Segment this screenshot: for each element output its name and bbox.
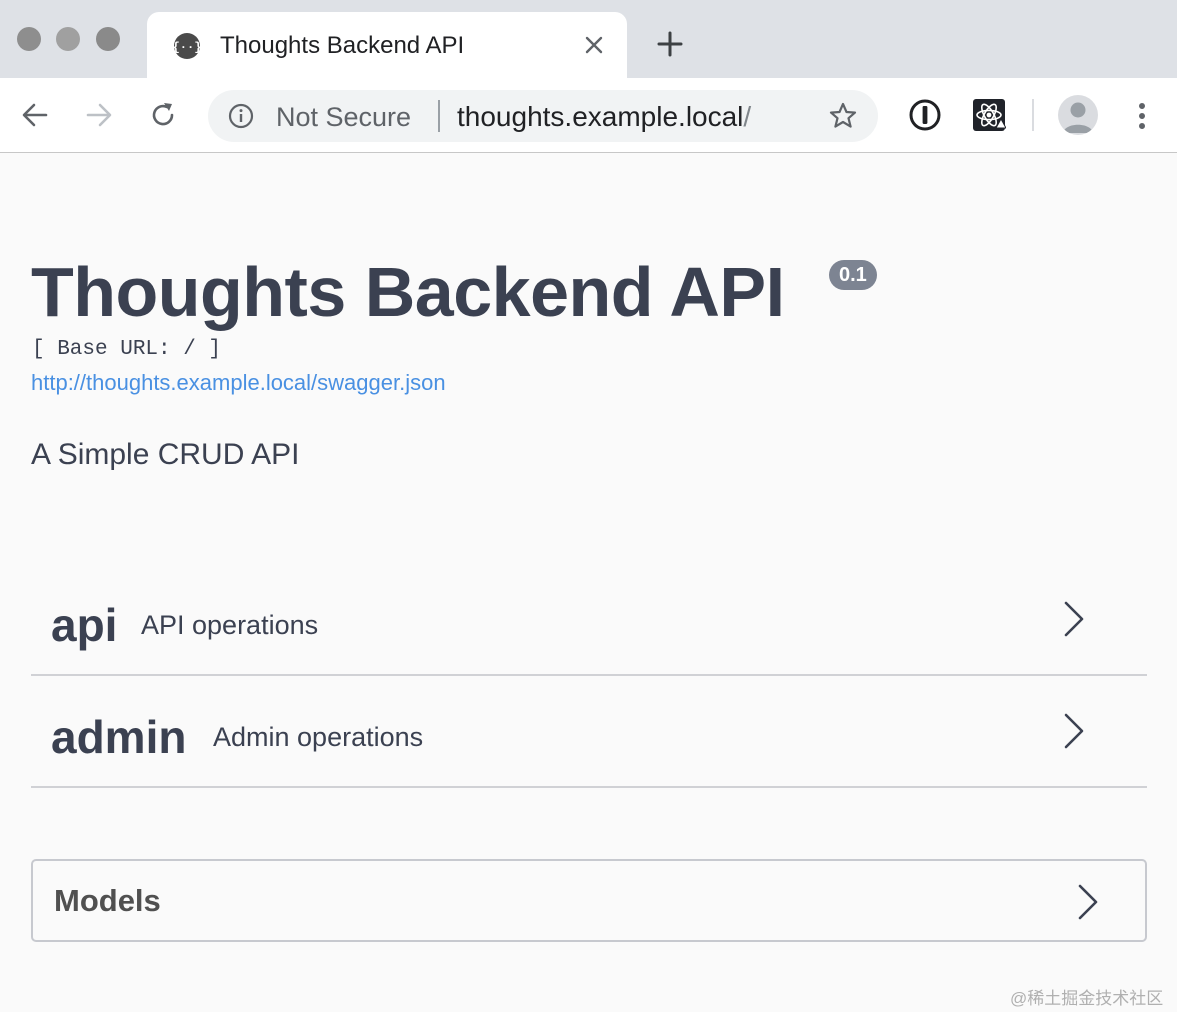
minimize-window-button[interactable]: [56, 27, 80, 51]
new-tab-icon[interactable]: [656, 30, 684, 58]
api-description: A Simple CRUD API: [31, 438, 300, 471]
profile-avatar[interactable]: [1058, 95, 1098, 135]
url-text[interactable]: thoughts.example.local/: [457, 101, 751, 133]
maximize-window-button[interactable]: [96, 27, 120, 51]
tag-description: API operations: [141, 610, 319, 640]
version-badge: 0.1: [829, 260, 877, 290]
close-tab-icon[interactable]: [583, 34, 605, 56]
swagger-json-link[interactable]: http://thoughts.example.local/swagger.js…: [31, 370, 446, 396]
tag-name: api: [51, 599, 118, 651]
models-section[interactable]: Models: [31, 859, 1147, 942]
watermark: @稀土掘金技术社区: [1010, 989, 1164, 1008]
security-label: Not Secure: [276, 102, 412, 132]
toolbar-divider: [1032, 99, 1034, 131]
bookmark-star-icon[interactable]: [828, 101, 858, 131]
svg-text:{··}: {··}: [173, 41, 201, 55]
tab-title: Thoughts Backend API: [220, 32, 465, 59]
chevron-right-icon[interactable]: [1061, 600, 1087, 638]
tag-description: Admin operations: [213, 722, 424, 752]
browser-tab[interactable]: {··} Thoughts Backend API: [147, 12, 627, 78]
chevron-right-icon[interactable]: [1061, 712, 1087, 750]
swagger-braces-icon: {··}: [173, 33, 201, 59]
back-arrow-icon[interactable]: [20, 100, 50, 130]
close-window-button[interactable]: [17, 27, 41, 51]
info-icon[interactable]: [228, 103, 254, 129]
omnibox-divider: [438, 100, 440, 132]
tag-section-api[interactable]: api API operations: [31, 564, 1147, 676]
tag-section-admin[interactable]: admin Admin operations: [31, 676, 1147, 788]
page-title: Thoughts Backend API: [31, 253, 785, 331]
reload-icon[interactable]: [148, 100, 178, 130]
forward-arrow-icon[interactable]: [84, 100, 114, 130]
person-icon: [1063, 102, 1093, 133]
base-url: [ Base URL: / ]: [32, 338, 222, 361]
react-devtools-icon[interactable]: [972, 98, 1006, 132]
address-bar[interactable]: Not Secure thoughts.example.local/: [208, 90, 878, 142]
chevron-right-icon[interactable]: [1075, 883, 1101, 921]
tag-name: admin: [51, 711, 187, 763]
models-title: Models: [54, 883, 161, 918]
browser-toolbar: Not Secure thoughts.example.local/: [0, 78, 1177, 153]
kebab-menu-icon[interactable]: [1130, 98, 1154, 134]
browser-tab-bar: {··} Thoughts Backend API: [0, 0, 1177, 78]
1password-icon[interactable]: [908, 98, 942, 132]
